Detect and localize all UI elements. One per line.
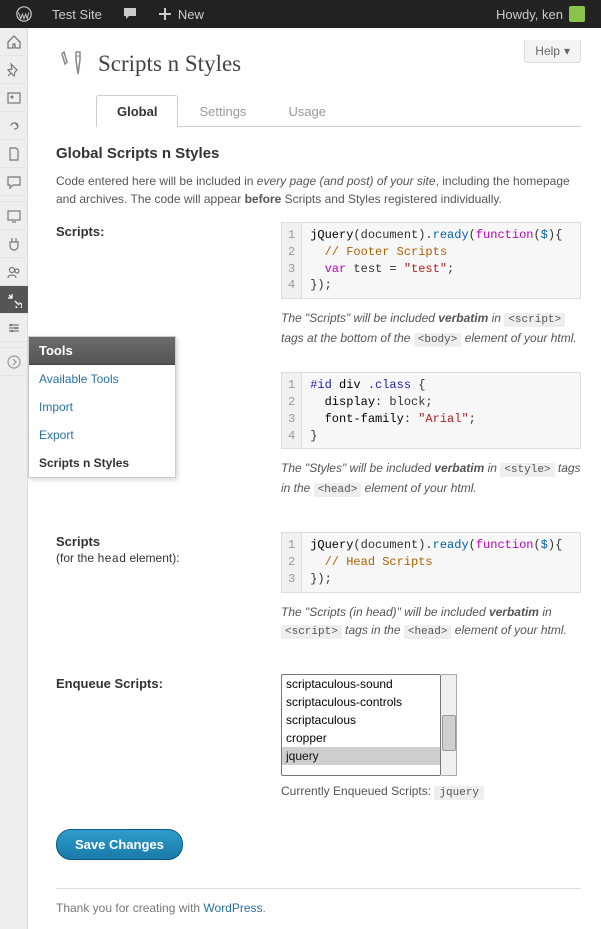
sidebar-comments[interactable] xyxy=(0,168,28,196)
avatar xyxy=(569,6,585,22)
tab-global[interactable]: Global xyxy=(96,95,178,127)
admin-sidebar: Tools Available Tools Import Export Scri… xyxy=(0,28,28,929)
sidebar-links[interactable] xyxy=(0,112,28,140)
sidebar-media[interactable] xyxy=(0,84,28,112)
sidebar-settings[interactable] xyxy=(0,314,28,342)
plugin-icon xyxy=(6,236,22,252)
footer-scripts-editor[interactable]: 1 2 3 4 jQuery(document).ready(function(… xyxy=(281,222,581,299)
flyout-item-available-tools[interactable]: Available Tools xyxy=(29,365,175,393)
gutter: 1 2 3 4 xyxy=(282,373,302,448)
styles-editor[interactable]: 1 2 3 4 #id div .class { display: block;… xyxy=(281,372,581,449)
footer-scripts-caption: The "Scripts" will be included verbatim … xyxy=(281,309,581,348)
page-title: Scripts n Styles xyxy=(98,51,241,77)
sidebar-posts[interactable] xyxy=(0,56,28,84)
sidebar-tools[interactable] xyxy=(0,286,28,314)
admin-bar: Test Site New Howdy, ken xyxy=(0,0,601,28)
site-name-link[interactable]: Test Site xyxy=(42,0,112,28)
footer-credit: Thank you for creating with WordPress. xyxy=(56,888,581,915)
tools-icon xyxy=(6,292,22,308)
page-icon xyxy=(6,146,22,162)
settings-icon xyxy=(6,320,22,336)
currently-enqueued: Currently Enqueued Scripts: jquery xyxy=(281,784,581,799)
link-icon xyxy=(6,118,22,134)
help-label: Help xyxy=(535,44,560,58)
gutter: 1 2 3 xyxy=(282,533,302,591)
sidebar-users[interactable] xyxy=(0,258,28,286)
flyout-header: Tools xyxy=(29,337,175,365)
section-heading: Global Scripts n Styles xyxy=(56,145,581,162)
comments-link[interactable] xyxy=(112,0,148,28)
pushpin-icon xyxy=(6,62,22,78)
tools-header-icon xyxy=(56,48,88,80)
intro-text: Code entered here will be included in ev… xyxy=(56,172,581,208)
comment-icon xyxy=(122,6,138,22)
help-button[interactable]: Help ▾ xyxy=(524,40,581,63)
enqueue-scripts-select[interactable]: scriptaculous-sound scriptaculous-contro… xyxy=(281,674,441,776)
sidebar-appearance[interactable] xyxy=(0,202,28,230)
wp-logo-button[interactable] xyxy=(6,0,42,28)
plus-icon xyxy=(158,7,172,21)
chevron-down-icon: ▾ xyxy=(564,44,570,58)
flyout-item-export[interactable]: Export xyxy=(29,421,175,449)
wordpress-link[interactable]: WordPress xyxy=(203,901,262,915)
styles-caption: The "Styles" will be included verbatim i… xyxy=(281,459,581,498)
sidebar-dashboard[interactable] xyxy=(0,28,28,56)
users-icon xyxy=(6,264,22,280)
account-link[interactable]: Howdy, ken xyxy=(486,0,595,28)
flyout-item-import[interactable]: Import xyxy=(29,393,175,421)
scroll-thumb[interactable] xyxy=(442,715,456,751)
label-scripts-head: Scripts (for the head element): xyxy=(56,532,281,566)
label-scripts: Scripts: xyxy=(56,222,281,239)
comment-icon xyxy=(6,174,22,190)
head-scripts-editor[interactable]: 1 2 3 jQuery(document).ready(function($)… xyxy=(281,532,581,592)
new-content-link[interactable]: New xyxy=(148,0,214,28)
tab-usage[interactable]: Usage xyxy=(267,95,347,127)
sidebar-collapse[interactable] xyxy=(0,348,28,376)
flyout-item-scripts-n-styles[interactable]: Scripts n Styles xyxy=(29,449,175,477)
tab-settings[interactable]: Settings xyxy=(178,95,267,127)
gutter: 1 2 3 4 xyxy=(282,223,302,298)
tools-flyout: Tools Available Tools Import Export Scri… xyxy=(28,336,176,478)
sidebar-pages[interactable] xyxy=(0,140,28,168)
head-scripts-caption: The "Scripts (in head)" will be included… xyxy=(281,603,581,641)
home-icon xyxy=(6,34,22,50)
collapse-icon xyxy=(6,354,22,370)
sidebar-plugins[interactable] xyxy=(0,230,28,258)
save-changes-button[interactable]: Save Changes xyxy=(56,829,183,860)
label-enqueue: Enqueue Scripts: xyxy=(56,674,281,691)
appearance-icon xyxy=(6,208,22,224)
wordpress-icon xyxy=(16,6,32,22)
code-area: jQuery(document).ready(function($){ // H… xyxy=(302,533,570,591)
howdy-text: Howdy, ken xyxy=(496,7,563,22)
media-icon xyxy=(6,90,22,106)
code-area: jQuery(document).ready(function($){ // F… xyxy=(302,223,570,298)
code-area: #id div .class { display: block; font-fa… xyxy=(302,373,484,448)
new-content-label: New xyxy=(178,7,204,22)
scrollbar[interactable] xyxy=(441,674,457,776)
tabs: Global Settings Usage xyxy=(96,94,581,127)
